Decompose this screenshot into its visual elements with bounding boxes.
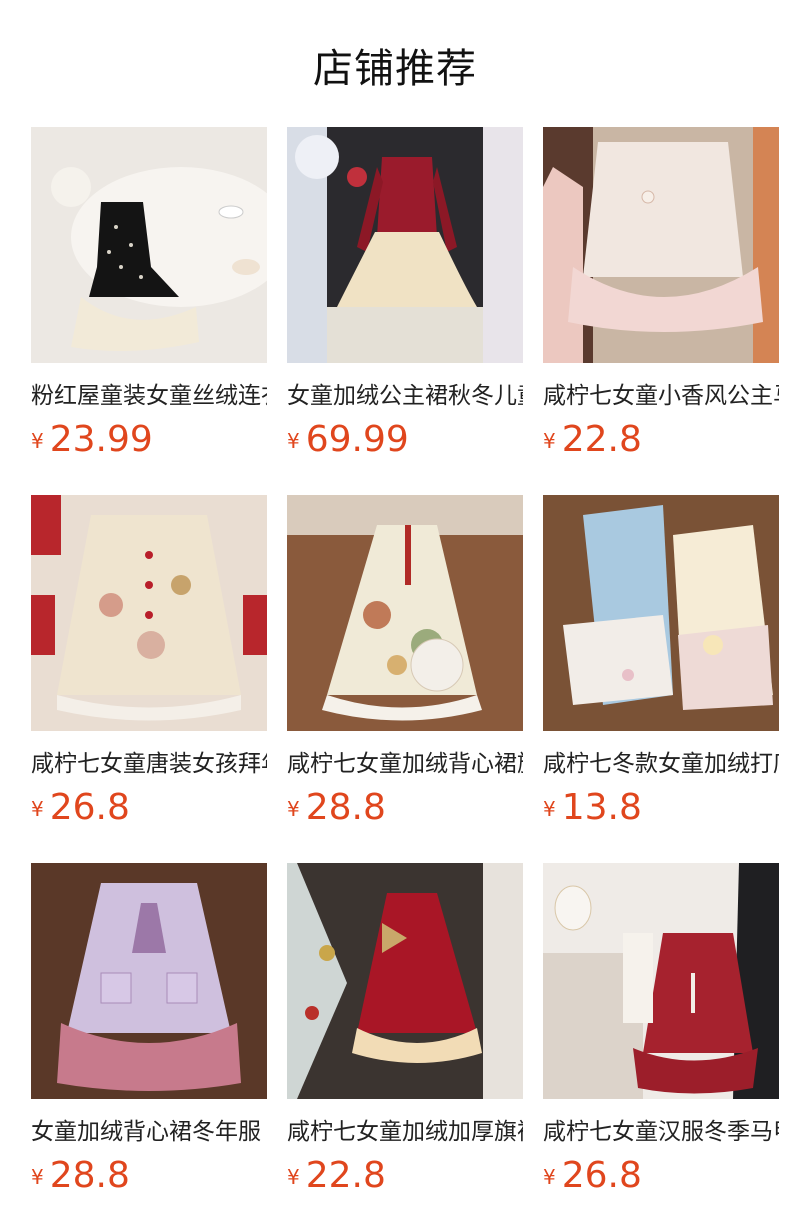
currency-symbol: ¥ <box>543 797 556 821</box>
product-name[interactable]: 咸柠七女童唐装女孩拜年服 <box>31 747 267 781</box>
product-image[interactable] <box>287 495 523 731</box>
product-name[interactable]: 咸柠七女童加绒背心裙旗袍 <box>287 747 523 781</box>
price-value: 28.8 <box>49 1155 130 1196</box>
product-name[interactable]: 女童加绒公主裙秋冬儿童纱裙 <box>287 379 523 413</box>
product-image[interactable] <box>287 127 523 363</box>
product-card[interactable]: 咸柠七冬款女童加绒打底裤 ¥13.8 <box>543 495 779 831</box>
product-card[interactable]: 女童加绒背心裙冬年服 ¥28.8 <box>31 863 267 1199</box>
product-card[interactable]: 咸柠七女童加绒加厚旗袍裙 ¥22.8 <box>287 863 523 1199</box>
product-image[interactable] <box>543 127 779 363</box>
product-name[interactable]: 粉红屋童装女童丝绒连衣裙秋冬 <box>31 379 267 413</box>
price-value: 22.8 <box>305 1155 386 1196</box>
currency-symbol: ¥ <box>543 1165 556 1189</box>
currency-symbol: ¥ <box>31 1165 44 1189</box>
price-value: 22.8 <box>561 419 642 460</box>
product-card[interactable]: 咸柠七女童汉服冬季马甲裙 ¥26.8 <box>543 863 779 1199</box>
product-price: ¥26.8 <box>31 787 267 831</box>
price-value: 23.99 <box>49 419 153 460</box>
price-value: 13.8 <box>561 787 642 828</box>
store-recommendations-page: 店铺推荐 粉红屋童装女童丝绒连衣裙秋冬 ¥23.99 <box>0 0 790 1232</box>
product-card[interactable]: 咸柠七女童加绒背心裙旗袍 ¥28.8 <box>287 495 523 831</box>
product-image[interactable] <box>31 127 267 363</box>
page-title: 店铺推荐 <box>313 46 477 92</box>
product-name[interactable]: 咸柠七女童小香风公主马甲裙 <box>543 379 779 413</box>
product-name[interactable]: 咸柠七女童汉服冬季马甲裙 <box>543 1115 779 1149</box>
product-price: ¥69.99 <box>287 419 523 463</box>
product-price: ¥26.8 <box>543 1155 779 1199</box>
product-price: ¥22.8 <box>543 419 779 463</box>
price-value: 26.8 <box>561 1155 642 1196</box>
product-price: ¥28.8 <box>287 787 523 831</box>
product-name[interactable]: 咸柠七冬款女童加绒打底裤 <box>543 747 779 781</box>
product-price: ¥23.99 <box>31 419 267 463</box>
product-card[interactable]: 咸柠七女童唐装女孩拜年服 ¥26.8 <box>31 495 267 831</box>
product-name[interactable]: 咸柠七女童加绒加厚旗袍裙 <box>287 1115 523 1149</box>
currency-symbol: ¥ <box>543 429 556 453</box>
product-card[interactable]: 女童加绒公主裙秋冬儿童纱裙 ¥69.99 <box>287 127 523 463</box>
currency-symbol: ¥ <box>287 429 300 453</box>
price-value: 26.8 <box>49 787 130 828</box>
product-price: ¥22.8 <box>287 1155 523 1199</box>
product-name[interactable]: 女童加绒背心裙冬年服 <box>31 1115 267 1149</box>
currency-symbol: ¥ <box>31 429 44 453</box>
product-image[interactable] <box>31 495 267 731</box>
price-value: 69.99 <box>305 419 409 460</box>
product-price: ¥13.8 <box>543 787 779 831</box>
price-value: 28.8 <box>305 787 386 828</box>
product-card[interactable]: 粉红屋童装女童丝绒连衣裙秋冬 ¥23.99 <box>31 127 267 463</box>
product-card[interactable]: 咸柠七女童小香风公主马甲裙 ¥22.8 <box>543 127 779 463</box>
currency-symbol: ¥ <box>31 797 44 821</box>
product-image[interactable] <box>287 863 523 1099</box>
currency-symbol: ¥ <box>287 797 300 821</box>
product-price: ¥28.8 <box>31 1155 267 1199</box>
currency-symbol: ¥ <box>287 1165 300 1189</box>
product-image[interactable] <box>543 495 779 731</box>
product-image[interactable] <box>31 863 267 1099</box>
product-image[interactable] <box>543 863 779 1099</box>
